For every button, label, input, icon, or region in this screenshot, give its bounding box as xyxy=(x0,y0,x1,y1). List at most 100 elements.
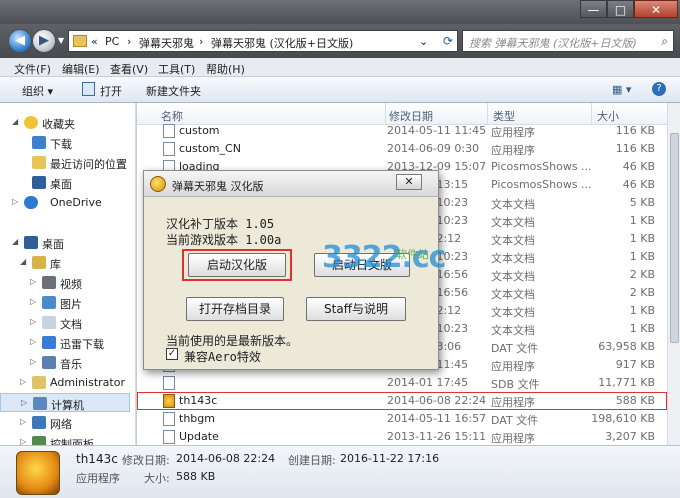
dat-file-icon xyxy=(163,412,175,426)
details-created: 2016-11-22 17:16 xyxy=(340,452,440,465)
breadcrumb-current[interactable]: 弹幕天邪鬼 (汉化版+日文版) xyxy=(211,35,353,51)
nav-network[interactable]: ▷ 网络 xyxy=(0,413,130,432)
help-icon[interactable]: ? xyxy=(652,82,666,96)
staff-readme-button[interactable]: Staff与说明 xyxy=(306,297,406,321)
details-size-label: 大小: xyxy=(144,472,170,485)
search-input[interactable]: 搜索 弹幕天邪鬼 (汉化版+日文版) ⌕ xyxy=(462,30,674,52)
breadcrumb-parent[interactable]: 弹幕天邪鬼 xyxy=(139,35,194,51)
menu-help[interactable]: 帮助(H) xyxy=(206,61,245,77)
cloud-icon xyxy=(24,196,38,209)
minimize-button[interactable]: — xyxy=(580,0,607,18)
open-icon xyxy=(82,82,95,96)
nav-favorites[interactable]: ◢ 收藏夹 xyxy=(0,113,130,132)
dialog-title-bar: 弹幕天邪鬼 汉化版 ✕ xyxy=(144,171,438,197)
back-button[interactable]: ◀ xyxy=(8,29,32,53)
game-app-icon xyxy=(163,394,175,408)
nav-administrator[interactable]: ▷ Administrator xyxy=(0,373,130,392)
breadcrumb-sep[interactable]: › xyxy=(199,35,203,48)
file-row[interactable]: 2014-01 17:45 SDB 文件 11,771 KB xyxy=(137,374,667,392)
history-dropdown-icon[interactable]: ▼ xyxy=(58,36,64,45)
thunder-icon xyxy=(42,336,56,349)
nav-videos[interactable]: ▷ 视频 xyxy=(0,273,130,292)
nav-onedrive[interactable]: ▷ OneDrive xyxy=(0,193,130,212)
control-panel-icon xyxy=(32,436,46,445)
start-chinese-button[interactable]: 启动汉化版 xyxy=(188,253,286,277)
details-kind: 应用程序 xyxy=(76,472,120,485)
app-icon xyxy=(150,176,166,192)
open-save-folder-button[interactable]: 打开存档目录 xyxy=(186,297,284,321)
explorer-window: — □ ✕ ◀ ▶ ▼ « PC › 弹幕天邪鬼 › 弹幕天邪鬼 (汉化版+日文… xyxy=(0,0,680,498)
details-modified-label: 修改日期: xyxy=(122,454,170,467)
scrollbar-thumb[interactable] xyxy=(670,133,679,343)
organize-button[interactable]: 组织 ▾ xyxy=(22,83,53,99)
patch-version: 汉化补丁版本 1.05 xyxy=(166,217,275,231)
title-bar: — □ ✕ xyxy=(0,0,680,24)
sdb-file-icon xyxy=(163,376,175,390)
library-icon xyxy=(32,256,46,269)
details-modified: 2014-06-08 22:24 xyxy=(176,452,276,465)
command-bar: 组织 ▾ 打开 新建文件夹 ▦ ▾ ? xyxy=(0,77,680,103)
address-bar[interactable]: « PC › 弹幕天邪鬼 › 弹幕天邪鬼 (汉化版+日文版) ⌄ ⟳ xyxy=(68,30,458,52)
download-folder-icon xyxy=(32,136,46,149)
dialog-title: 弹幕天邪鬼 汉化版 xyxy=(172,180,264,193)
aero-label: 兼容Aero特效 xyxy=(184,350,261,364)
maximize-button[interactable]: □ xyxy=(607,0,634,18)
nav-downloads[interactable]: 下载 xyxy=(0,133,130,152)
computer-icon xyxy=(33,397,47,410)
watermark-sub: 软件站 xyxy=(396,248,429,261)
file-row-selected[interactable]: th143c 2014-06-08 22:24 应用程序 588 KB xyxy=(137,392,667,410)
nav-documents[interactable]: ▷ 文档 xyxy=(0,313,130,332)
file-row[interactable]: thbgm 2014-05-11 16:57 DAT 文件 198,610 KB xyxy=(137,410,667,428)
nav-libraries[interactable]: ◢ 库 xyxy=(0,253,130,272)
navigation-pane: ◢ 收藏夹 下载 最近访问的位置 桌面 ▷ OneDrive ◢ 桌面 ◢ 库 … xyxy=(0,103,136,445)
update-app-icon xyxy=(163,430,175,444)
network-icon xyxy=(32,416,46,429)
file-row[interactable]: custom_CN 2014-06-09 0:30 应用程序 116 KB xyxy=(137,140,667,158)
view-options-icon[interactable]: ▦ ▾ xyxy=(612,83,631,96)
video-icon xyxy=(42,276,56,289)
address-dropdown-icon[interactable]: ⌄ xyxy=(419,35,428,48)
breadcrumb-sep[interactable]: › xyxy=(127,35,131,48)
app-file-icon xyxy=(163,124,175,138)
file-row[interactable]: custom 2014-05-11 11:45 应用程序 116 KB xyxy=(137,122,667,140)
nav-desktop[interactable]: ◢ 桌面 xyxy=(0,233,130,252)
details-pane: th143c 应用程序 修改日期: 2014-06-08 22:24 创建日期:… xyxy=(0,445,680,498)
new-folder-button[interactable]: 新建文件夹 xyxy=(146,83,201,99)
nav-control-panel[interactable]: ▷ 控制面板 xyxy=(0,433,130,445)
refresh-icon[interactable]: ⟳ xyxy=(443,34,453,48)
forward-button[interactable]: ▶ xyxy=(32,29,56,53)
menu-tools[interactable]: 工具(T) xyxy=(158,61,195,77)
game-app-icon xyxy=(16,451,60,495)
nav-music[interactable]: ▷ 音乐 xyxy=(0,353,130,372)
details-name: th143c xyxy=(76,452,118,466)
menu-bar: 文件(F) 编辑(E) 查看(V) 工具(T) 帮助(H) xyxy=(0,58,680,77)
search-icon[interactable]: ⌕ xyxy=(661,34,668,49)
open-button[interactable]: 打开 xyxy=(100,83,122,99)
nav-computer[interactable]: ▷ 计算机 xyxy=(0,393,130,412)
picture-icon xyxy=(42,296,56,309)
details-size: 588 KB xyxy=(176,470,216,483)
close-button[interactable]: ✕ xyxy=(634,0,678,18)
nav-thunder[interactable]: ▷ 迅雷下载 xyxy=(0,333,130,352)
desktop-icon xyxy=(32,176,46,189)
search-placeholder: 搜索 弹幕天邪鬼 (汉化版+日文版) xyxy=(469,37,637,50)
file-row[interactable]: Update 2013-11-26 15:11 应用程序 3,207 KB xyxy=(137,428,667,445)
menu-view[interactable]: 查看(V) xyxy=(110,61,148,77)
aero-checkbox[interactable]: ✓ xyxy=(166,348,178,360)
menu-edit[interactable]: 编辑(E) xyxy=(62,61,100,77)
file-list-scrollbar[interactable] xyxy=(667,103,680,445)
recent-icon xyxy=(32,156,46,169)
dialog-close-button[interactable]: ✕ xyxy=(396,174,422,190)
desktop-icon xyxy=(24,236,38,249)
breadcrumb-overflow[interactable]: « xyxy=(91,35,98,48)
user-folder-icon xyxy=(32,376,46,389)
music-icon xyxy=(42,356,56,369)
nav-desktop-fav[interactable]: 桌面 xyxy=(0,173,130,192)
nav-pictures[interactable]: ▷ 图片 xyxy=(0,293,130,312)
update-status: 当前使用的是最新版本。 xyxy=(166,334,299,348)
nav-recent[interactable]: 最近访问的位置 xyxy=(0,153,130,172)
folder-icon xyxy=(73,35,87,47)
breadcrumb-pc[interactable]: PC xyxy=(105,35,119,48)
menu-file[interactable]: 文件(F) xyxy=(14,61,51,77)
game-version: 当前游戏版本 1.00a xyxy=(166,233,282,247)
